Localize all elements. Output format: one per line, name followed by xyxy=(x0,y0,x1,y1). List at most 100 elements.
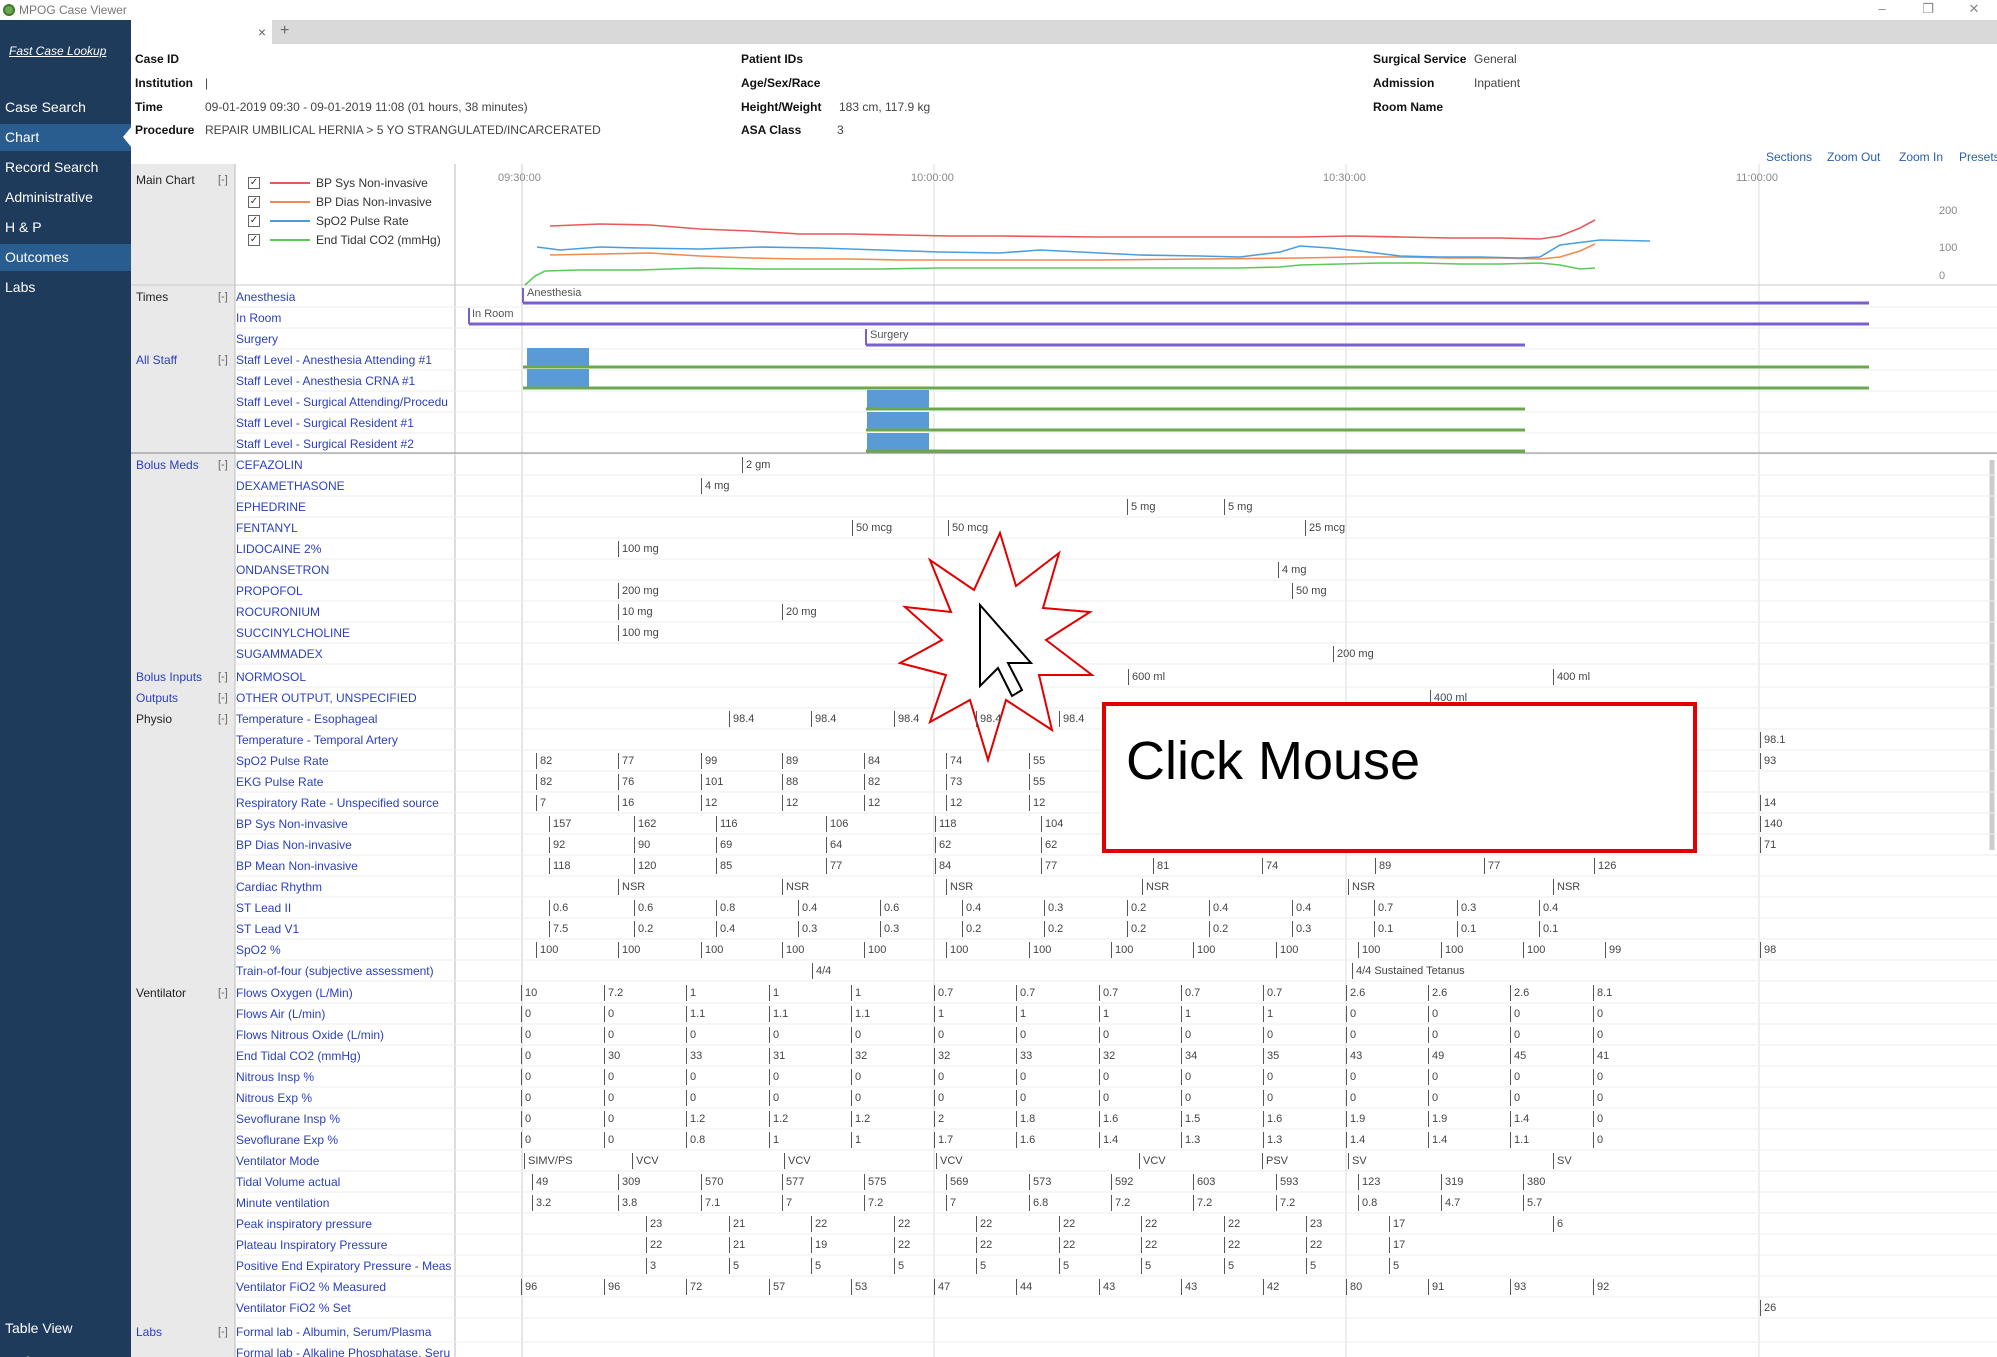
data-cell[interactable]: 0 xyxy=(1181,1090,1191,1106)
times-collapse-button[interactable]: [-] xyxy=(218,288,228,306)
data-cell[interactable]: 116 xyxy=(716,816,738,832)
data-cell[interactable]: 21 xyxy=(729,1237,745,1253)
data-cell[interactable]: 1.1 xyxy=(769,1006,788,1022)
data-cell[interactable]: 0 xyxy=(1510,1090,1520,1106)
data-cell[interactable]: 0 xyxy=(521,1132,531,1148)
data-cell[interactable]: 140 xyxy=(1760,816,1782,832)
data-cell[interactable]: 1.3 xyxy=(1263,1132,1282,1148)
data-cell[interactable]: 0 xyxy=(521,1090,531,1106)
data-cell[interactable]: 6.8 xyxy=(1029,1195,1048,1211)
data-cell[interactable]: 5 xyxy=(1059,1258,1069,1274)
data-cell[interactable]: 0.8 xyxy=(686,1132,705,1148)
data-cell[interactable]: 45 xyxy=(1510,1048,1526,1064)
data-cell[interactable]: 120 xyxy=(634,858,656,874)
data-cell[interactable]: 55 xyxy=(1029,774,1045,790)
row-label[interactable]: Staff Level - Anesthesia Attending #1 xyxy=(236,351,454,369)
data-cell[interactable]: 0.2 xyxy=(1127,900,1146,916)
row-label[interactable]: ST Lead V1 xyxy=(236,920,454,938)
data-cell[interactable]: 0.3 xyxy=(1292,921,1311,937)
data-cell[interactable]: 1.4 xyxy=(1510,1111,1529,1127)
data-cell[interactable]: NSR xyxy=(1142,879,1169,895)
data-cell[interactable]: 0 xyxy=(1181,1027,1191,1043)
data-cell[interactable]: 5 xyxy=(1306,1258,1316,1274)
data-cell[interactable]: 0.7 xyxy=(1181,985,1200,1001)
data-cell[interactable]: 49 xyxy=(1428,1048,1444,1064)
data-cell[interactable]: 100 xyxy=(864,942,886,958)
data-cell[interactable]: 5 xyxy=(729,1258,739,1274)
row-label[interactable]: EKG Pulse Rate xyxy=(236,773,454,791)
data-cell[interactable]: 47 xyxy=(934,1279,950,1295)
data-cell[interactable]: 2.6 xyxy=(1346,985,1365,1001)
main-chart-collapse-button[interactable]: [-] xyxy=(218,171,228,189)
outputs-collapse-button[interactable]: [-] xyxy=(218,689,228,707)
data-cell[interactable]: 1.9 xyxy=(1428,1111,1447,1127)
data-cell[interactable]: 22 xyxy=(1059,1237,1075,1253)
data-cell[interactable]: 0 xyxy=(1593,1006,1603,1022)
data-cell[interactable]: 100 mg xyxy=(618,541,659,557)
data-cell[interactable]: 0.4 xyxy=(798,900,817,916)
data-cell[interactable]: 100 xyxy=(1276,942,1298,958)
inputs-collapse-button[interactable]: [-] xyxy=(218,668,228,686)
legend-bp-sys[interactable]: ✓ BP Sys Non-invasive xyxy=(248,176,428,190)
data-cell[interactable]: 22 xyxy=(811,1216,827,1232)
data-cell[interactable]: 16 xyxy=(618,795,634,811)
data-cell[interactable]: 62 xyxy=(935,837,951,853)
legend-bp-dias[interactable]: ✓ BP Dias Non-invasive xyxy=(248,195,432,209)
data-cell[interactable]: 2.6 xyxy=(1428,985,1447,1001)
data-cell[interactable]: 0.4 xyxy=(1292,900,1311,916)
data-cell[interactable]: 22 xyxy=(1141,1216,1157,1232)
data-cell[interactable]: 0 xyxy=(1428,1006,1438,1022)
data-cell[interactable]: 26 xyxy=(1760,1300,1776,1316)
data-cell[interactable]: 7.2 xyxy=(1111,1195,1130,1211)
data-cell[interactable]: 12 xyxy=(701,795,717,811)
data-cell[interactable]: 0 xyxy=(1346,1006,1356,1022)
row-label[interactable]: SUGAMMADEX xyxy=(236,645,454,663)
data-cell[interactable]: 1.2 xyxy=(769,1111,788,1127)
data-cell[interactable]: 4 mg xyxy=(701,478,729,494)
group-bolus-inputs[interactable]: Bolus Inputs xyxy=(136,668,202,686)
labs-collapse-button[interactable]: [-] xyxy=(218,1323,228,1341)
data-cell[interactable]: 50 mcg xyxy=(852,520,892,536)
data-cell[interactable]: 42 xyxy=(1263,1279,1279,1295)
data-cell[interactable]: 41 xyxy=(1593,1048,1609,1064)
data-cell[interactable]: 0 xyxy=(521,1111,531,1127)
row-label[interactable]: SUCCINYLCHOLINE xyxy=(236,624,454,642)
data-cell[interactable]: 0 xyxy=(851,1069,861,1085)
data-cell[interactable]: 0 xyxy=(604,1006,614,1022)
data-cell[interactable]: 1.4 xyxy=(1428,1132,1447,1148)
row-label[interactable]: ST Lead II xyxy=(236,899,454,917)
data-cell[interactable]: 0 xyxy=(1346,1027,1356,1043)
data-cell[interactable]: 0 xyxy=(934,1090,944,1106)
data-cell[interactable]: VCV xyxy=(632,1153,659,1169)
legend-spo2-pulse[interactable]: ✓ SpO2 Pulse Rate xyxy=(248,214,409,228)
data-cell[interactable]: 50 mg xyxy=(1292,583,1327,599)
data-cell[interactable]: 0 xyxy=(1510,1069,1520,1085)
data-cell[interactable]: VCV xyxy=(784,1153,811,1169)
row-label[interactable]: Positive End Expiratory Pressure - Meas xyxy=(236,1257,454,1275)
data-cell[interactable]: 200 mg xyxy=(618,583,659,599)
data-cell[interactable]: 73 xyxy=(946,774,962,790)
data-cell[interactable]: 98.4 xyxy=(729,711,754,727)
data-cell[interactable]: NSR xyxy=(618,879,645,895)
data-cell[interactable]: 22 xyxy=(894,1216,910,1232)
data-cell[interactable]: 0 xyxy=(604,1069,614,1085)
data-cell[interactable]: 23 xyxy=(1306,1216,1322,1232)
data-cell[interactable]: 0.3 xyxy=(1044,900,1063,916)
row-label[interactable]: OTHER OUTPUT, UNSPECIFIED xyxy=(236,689,454,707)
data-cell[interactable]: 0.7 xyxy=(934,985,953,1001)
data-cell[interactable]: 2.6 xyxy=(1510,985,1529,1001)
data-cell[interactable]: 98.4 xyxy=(894,711,919,727)
data-cell[interactable]: 74 xyxy=(1262,858,1278,874)
data-cell[interactable]: 126 xyxy=(1594,858,1616,874)
data-cell[interactable]: 0 xyxy=(1016,1069,1026,1085)
data-cell[interactable]: 31 xyxy=(769,1048,785,1064)
data-cell[interactable]: 0 xyxy=(934,1027,944,1043)
data-cell[interactable]: 162 xyxy=(634,816,656,832)
checkbox-checked-icon[interactable]: ✓ xyxy=(248,234,260,246)
data-cell[interactable]: 0 xyxy=(521,1048,531,1064)
staff-collapse-button[interactable]: [-] xyxy=(218,351,228,369)
data-cell[interactable]: 35 xyxy=(1263,1048,1279,1064)
data-cell[interactable]: 0 xyxy=(521,1069,531,1085)
group-outputs[interactable]: Outputs xyxy=(136,689,178,707)
data-cell[interactable]: 100 xyxy=(1193,942,1215,958)
